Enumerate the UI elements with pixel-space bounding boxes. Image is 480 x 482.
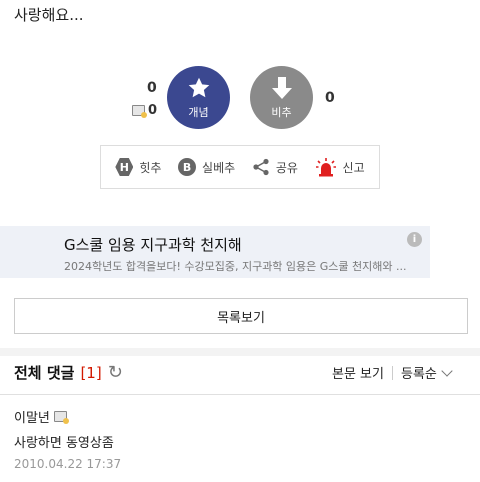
comment-date: 2010.04.22 17:37 [14,457,122,471]
upvote-label: 개념 [188,106,209,119]
downvote-button[interactable]: 비추 [250,66,313,129]
best-recommend-label: 실베추 [202,160,236,175]
arrow-down-icon [271,77,292,99]
comments-title: 전체 댓글 [14,364,75,382]
star-icon [188,77,209,98]
divider [0,394,480,395]
comment-author[interactable]: 이말년 [14,407,69,426]
view-post-button[interactable]: 본문 보기 [332,363,384,382]
member-icon [53,411,69,424]
comments-count: [1] [80,363,102,382]
action-bar: H 힛추 B 실베추 공유 신고 [100,145,380,189]
hit-icon: H [115,158,134,176]
info-icon[interactable]: i [407,232,422,247]
comment-body: 사랑하면 동영상좀 [14,436,114,451]
share-button[interactable]: 공유 [252,158,298,176]
upvote-button[interactable]: 개념 [167,66,230,129]
section-separator [0,348,480,356]
comments-header: 전체 댓글 [1] ↻ [14,362,123,383]
siren-icon [315,158,336,177]
share-icon [253,158,269,176]
report-label: 신고 [342,160,365,175]
best-icon: B [178,158,197,176]
ad-title[interactable]: G스쿨 임용 지구과학 천지해 [64,234,242,255]
comment-controls: 본문 보기 등록순 [332,363,453,382]
hit-recommend-label: 힛추 [139,160,162,175]
upvote-count: 0 [147,80,157,96]
divider [391,365,393,380]
downvote-count: 0 [325,90,335,106]
ad-description[interactable]: 2024학년도 합격을보다! 수강모집중, 지구과학 임용은 G스쿨 천지해와 … [64,258,407,274]
refresh-icon[interactable]: ↻ [108,363,123,382]
share-label: 공유 [275,160,298,175]
chevron-down-icon[interactable] [441,364,453,377]
sort-select[interactable]: 등록순 [401,363,437,382]
list-button[interactable]: 목록보기 [14,298,468,334]
member-icon [132,105,147,118]
comment-author-name[interactable]: 이말년 [14,407,50,426]
report-button[interactable]: 신고 [315,157,365,177]
post-text: 사랑해요... [14,6,84,24]
downvote-label: 비추 [271,106,292,119]
fixed-upvote-count: 0 [132,103,157,118]
fixed-upvote-count-value: 0 [148,103,158,118]
best-recommend-button[interactable]: B 실베추 [178,158,235,176]
hit-recommend-button[interactable]: H 힛추 [115,158,161,176]
